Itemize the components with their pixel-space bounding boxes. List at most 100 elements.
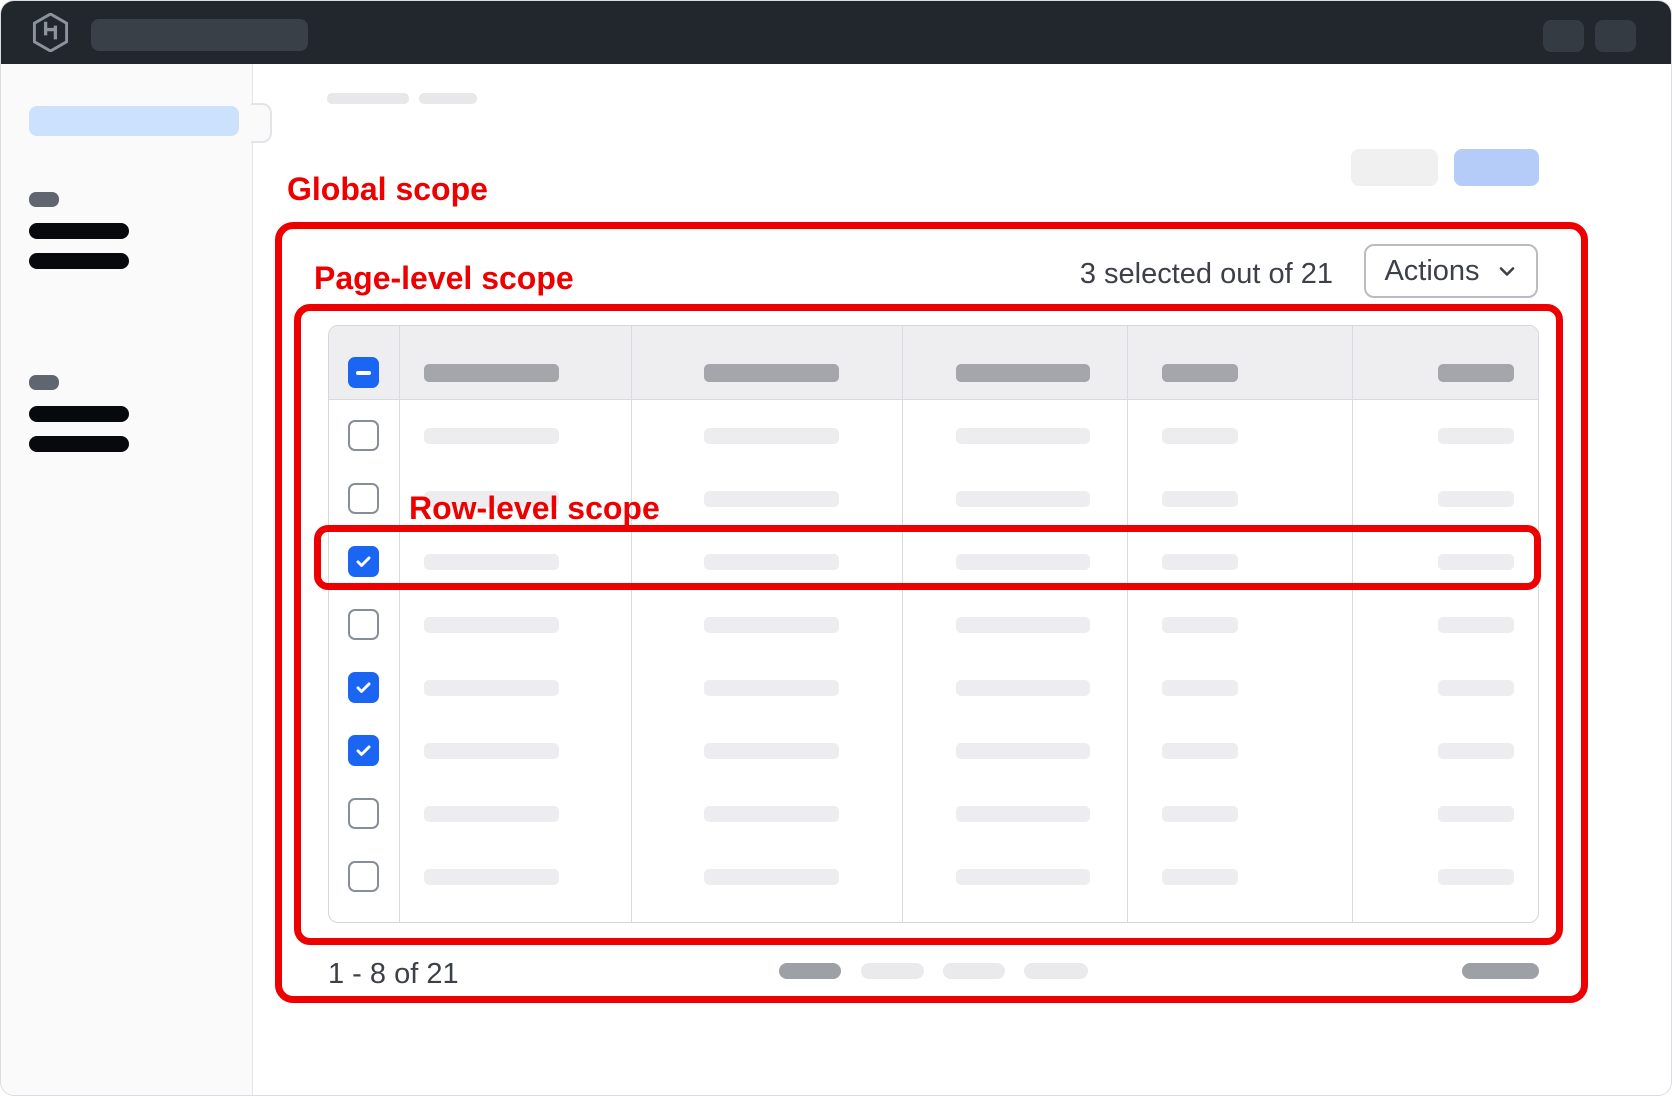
column-divider	[631, 326, 632, 922]
page-level-scope-label: Page-level scope	[314, 261, 574, 296]
breadcrumb-skeleton[interactable]	[327, 93, 409, 104]
chevron-down-icon	[1496, 260, 1518, 282]
sidebar	[1, 64, 253, 1095]
sidebar-section-label-skeleton	[29, 375, 59, 390]
table-row	[329, 400, 1538, 463]
cell-skeleton	[1162, 428, 1238, 444]
cell-skeleton	[1438, 680, 1514, 696]
cell-skeleton	[704, 617, 839, 633]
cell-skeleton	[1438, 617, 1514, 633]
row-checkbox[interactable]	[348, 546, 379, 577]
data-table	[328, 325, 1539, 923]
sidebar-active-item-skeleton[interactable]	[29, 106, 239, 136]
cell-skeleton	[704, 869, 839, 885]
cell-skeleton	[704, 554, 839, 570]
pagination-page-pill[interactable]	[861, 963, 924, 979]
column-header-skeleton	[956, 364, 1090, 382]
cell-skeleton	[424, 680, 559, 696]
sidebar-link-skeleton[interactable]	[29, 436, 129, 452]
cell-skeleton	[1162, 743, 1238, 759]
row-checkbox[interactable]	[348, 735, 379, 766]
pagination-page-pill[interactable]	[1024, 963, 1088, 979]
cell-skeleton	[956, 617, 1090, 633]
cell-skeleton	[424, 869, 559, 885]
cell-skeleton	[1438, 428, 1514, 444]
topbar-help-button-skeleton[interactable]	[1543, 20, 1584, 52]
table-row	[329, 778, 1538, 841]
global-scope-label: Global scope	[287, 172, 488, 207]
select-all-checkbox[interactable]	[348, 357, 379, 388]
actions-button-label: Actions	[1384, 255, 1479, 288]
cell-skeleton	[1438, 806, 1514, 822]
sidebar-collapse-handle[interactable]	[251, 103, 272, 143]
table-row	[329, 715, 1538, 778]
row-checkbox[interactable]	[348, 420, 379, 451]
secondary-button-skeleton[interactable]	[1351, 149, 1438, 186]
actions-button[interactable]: Actions	[1364, 244, 1538, 298]
indeterminate-icon	[356, 371, 371, 375]
table-header-row	[329, 326, 1538, 400]
cell-skeleton	[1162, 491, 1238, 507]
cell-skeleton	[1438, 491, 1514, 507]
cell-skeleton	[1162, 680, 1238, 696]
cell-skeleton	[1438, 554, 1514, 570]
cell-skeleton	[956, 491, 1090, 507]
pagination-page-pill-current[interactable]	[779, 963, 841, 979]
cell-skeleton	[1438, 869, 1514, 885]
table-row	[329, 589, 1538, 652]
column-divider	[399, 326, 400, 922]
cell-skeleton	[704, 680, 839, 696]
cell-skeleton	[956, 428, 1090, 444]
pagination-per-page-pill[interactable]	[1462, 963, 1539, 979]
row-level-scope-label: Row-level scope	[409, 491, 660, 526]
sidebar-link-skeleton[interactable]	[29, 253, 129, 269]
cell-skeleton	[704, 806, 839, 822]
row-checkbox[interactable]	[348, 798, 379, 829]
cell-skeleton	[1162, 869, 1238, 885]
cell-skeleton	[704, 428, 839, 444]
sidebar-link-skeleton[interactable]	[29, 223, 129, 239]
row-checkbox[interactable]	[348, 672, 379, 703]
table-row	[329, 526, 1538, 589]
sidebar-link-skeleton[interactable]	[29, 406, 129, 422]
column-header-skeleton	[424, 364, 559, 382]
primary-button-skeleton[interactable]	[1454, 149, 1539, 186]
topbar-user-button-skeleton[interactable]	[1595, 20, 1636, 52]
column-divider	[1352, 326, 1353, 922]
cell-skeleton	[424, 743, 559, 759]
cell-skeleton	[424, 617, 559, 633]
column-divider	[902, 326, 903, 922]
cell-skeleton	[1162, 617, 1238, 633]
hashicorp-logo-icon	[31, 13, 70, 52]
cell-skeleton	[956, 869, 1090, 885]
cell-skeleton	[424, 554, 559, 570]
pagination-page-pill[interactable]	[943, 963, 1005, 979]
cell-skeleton	[704, 491, 839, 507]
sidebar-section-label-skeleton	[29, 192, 59, 207]
breadcrumb-skeleton[interactable]	[419, 93, 477, 104]
row-checkbox[interactable]	[348, 609, 379, 640]
cell-skeleton	[424, 806, 559, 822]
cell-skeleton	[956, 743, 1090, 759]
cell-skeleton	[956, 680, 1090, 696]
cell-skeleton	[1438, 743, 1514, 759]
row-checkbox[interactable]	[348, 483, 379, 514]
cell-skeleton	[956, 806, 1090, 822]
column-header-skeleton	[1438, 364, 1514, 382]
row-checkbox[interactable]	[348, 861, 379, 892]
pagination-range: 1 - 8 of 21	[328, 958, 459, 991]
table-row	[329, 841, 1538, 904]
table-row	[329, 652, 1538, 715]
cell-skeleton	[424, 428, 559, 444]
selection-summary: 3 selected out of 21	[1041, 258, 1333, 291]
column-header-skeleton	[704, 364, 839, 382]
cell-skeleton	[1162, 554, 1238, 570]
column-divider	[1127, 326, 1128, 922]
cell-skeleton	[956, 554, 1090, 570]
cell-skeleton	[704, 743, 839, 759]
column-header-skeleton	[1162, 364, 1238, 382]
topbar	[1, 1, 1671, 64]
cell-skeleton	[1162, 806, 1238, 822]
search-input-skeleton[interactable]	[91, 19, 308, 51]
app-window: Global scope Page-level scope Row-level …	[0, 0, 1672, 1096]
